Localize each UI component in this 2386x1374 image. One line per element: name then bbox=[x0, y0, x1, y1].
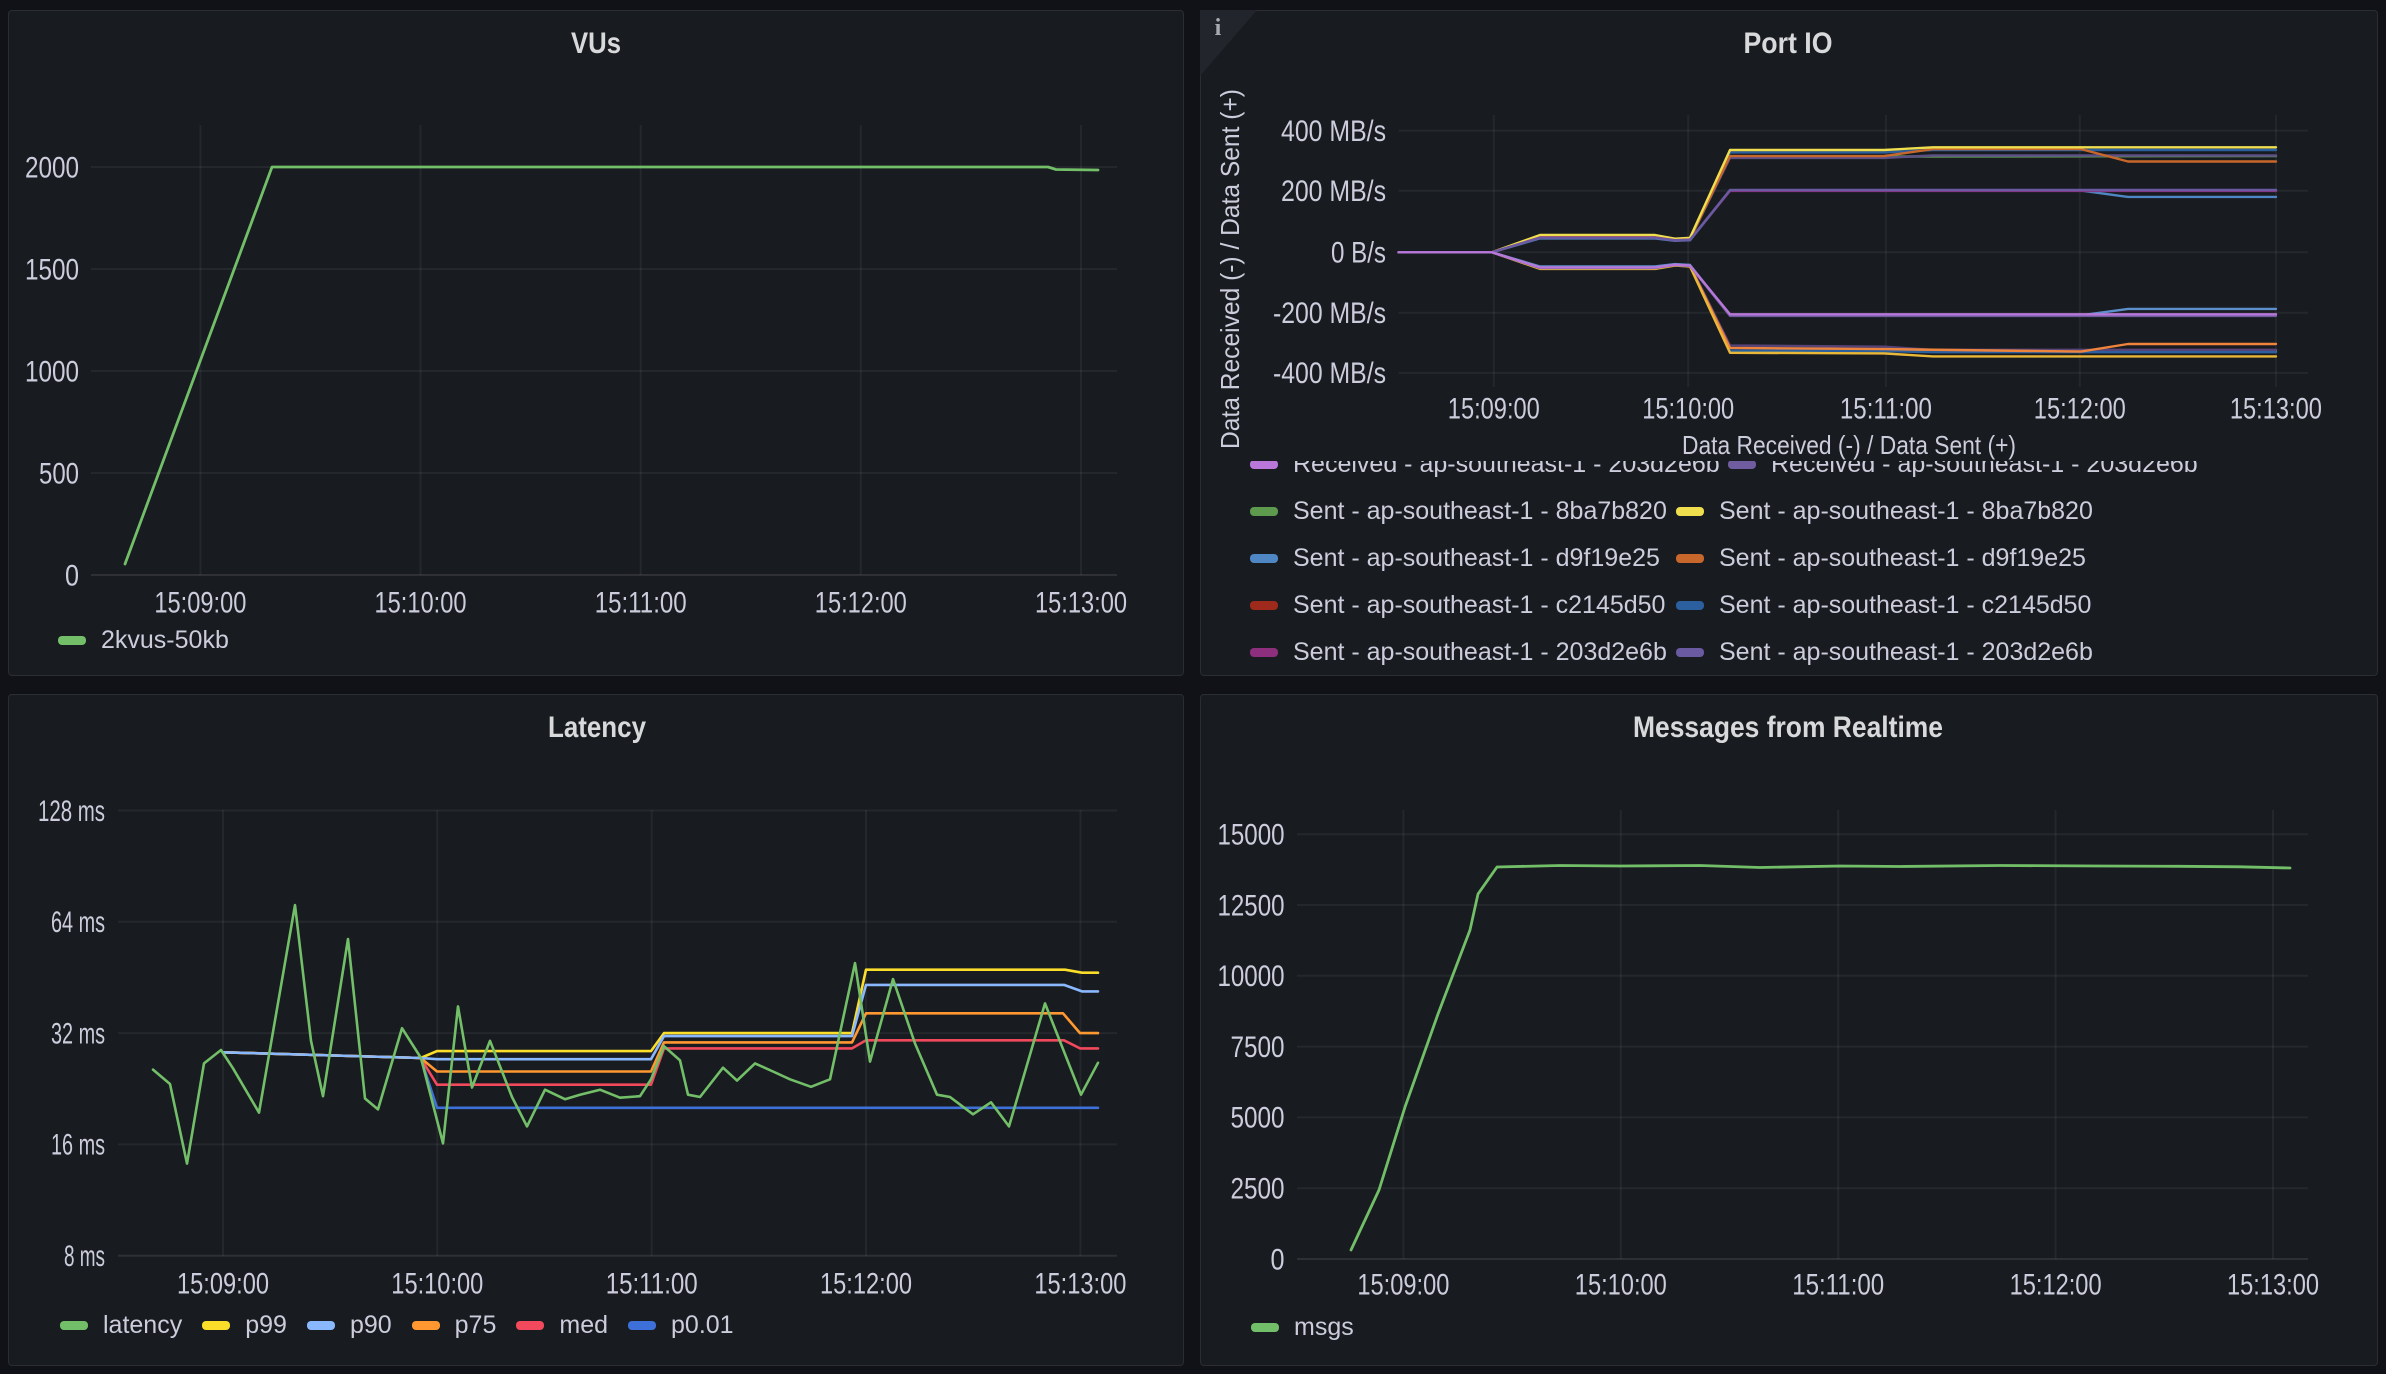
svg-text:15:12:00: 15:12:00 bbox=[820, 1267, 912, 1300]
svg-text:Latency: Latency bbox=[548, 711, 646, 744]
svg-text:Data Received (-) / Data Sent: Data Received (-) / Data Sent (+) bbox=[1215, 89, 1245, 449]
svg-text:0: 0 bbox=[1271, 1243, 1285, 1276]
svg-text:0: 0 bbox=[65, 559, 79, 592]
svg-text:15:09:00: 15:09:00 bbox=[154, 586, 246, 619]
svg-text:0 B/s: 0 B/s bbox=[1331, 237, 1386, 270]
svg-text:64 ms: 64 ms bbox=[51, 906, 105, 939]
svg-text:2500: 2500 bbox=[1231, 1173, 1285, 1206]
svg-text:5000: 5000 bbox=[1231, 1102, 1285, 1135]
svg-text:Data Received (-) / Data Sent: Data Received (-) / Data Sent (+) bbox=[1682, 430, 2016, 460]
svg-text:7500: 7500 bbox=[1231, 1031, 1285, 1064]
svg-text:1500: 1500 bbox=[25, 253, 79, 286]
svg-text:15:12:00: 15:12:00 bbox=[2010, 1268, 2102, 1301]
svg-text:-200 MB/s: -200 MB/s bbox=[1273, 297, 1386, 330]
svg-text:15:10:00: 15:10:00 bbox=[1575, 1268, 1667, 1301]
svg-text:2000: 2000 bbox=[25, 151, 79, 184]
svg-text:15:12:00: 15:12:00 bbox=[815, 586, 907, 619]
svg-text:10000: 10000 bbox=[1218, 960, 1285, 993]
svg-text:15:10:00: 15:10:00 bbox=[391, 1267, 483, 1300]
svg-text:32 ms: 32 ms bbox=[51, 1017, 105, 1050]
svg-text:16 ms: 16 ms bbox=[51, 1129, 105, 1162]
svg-text:15:11:00: 15:11:00 bbox=[606, 1267, 698, 1300]
svg-text:400 MB/s: 400 MB/s bbox=[1281, 115, 1386, 148]
svg-text:15:11:00: 15:11:00 bbox=[1792, 1268, 1884, 1301]
svg-text:15:11:00: 15:11:00 bbox=[1840, 392, 1932, 425]
svg-text:200 MB/s: 200 MB/s bbox=[1281, 175, 1386, 208]
svg-text:15:13:00: 15:13:00 bbox=[2227, 1268, 2319, 1301]
svg-text:15:13:00: 15:13:00 bbox=[2230, 392, 2322, 425]
svg-text:128 ms: 128 ms bbox=[38, 795, 105, 828]
svg-text:15:09:00: 15:09:00 bbox=[1448, 392, 1540, 425]
svg-text:Messages from Realtime: Messages from Realtime bbox=[1633, 711, 1943, 744]
svg-text:15:12:00: 15:12:00 bbox=[2034, 392, 2126, 425]
svg-text:15:13:00: 15:13:00 bbox=[1034, 1267, 1126, 1300]
svg-text:15:10:00: 15:10:00 bbox=[375, 586, 467, 619]
svg-text:15000: 15000 bbox=[1218, 819, 1285, 852]
svg-text:VUs: VUs bbox=[571, 27, 621, 60]
svg-text:15:09:00: 15:09:00 bbox=[177, 1267, 269, 1300]
svg-text:15:11:00: 15:11:00 bbox=[595, 586, 687, 619]
svg-text:15:13:00: 15:13:00 bbox=[1035, 586, 1127, 619]
svg-text:1000: 1000 bbox=[25, 355, 79, 388]
svg-text:12500: 12500 bbox=[1218, 889, 1285, 922]
svg-text:500: 500 bbox=[39, 457, 79, 490]
svg-text:Port IO: Port IO bbox=[1744, 27, 1833, 60]
svg-text:8 ms: 8 ms bbox=[64, 1240, 105, 1273]
svg-text:15:09:00: 15:09:00 bbox=[1357, 1268, 1449, 1301]
svg-text:15:10:00: 15:10:00 bbox=[1642, 392, 1734, 425]
svg-text:-400 MB/s: -400 MB/s bbox=[1273, 357, 1386, 390]
